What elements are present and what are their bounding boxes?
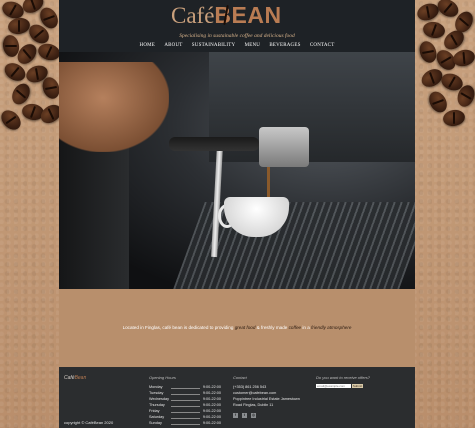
coffee-beans-decoration-right	[415, 0, 475, 135]
intro-highlight-atmosphere: friendly atmosphere	[311, 325, 352, 330]
main-nav: HOME ABOUT SUSTAINABILITY MENU BEVERAGES…	[59, 43, 415, 48]
site-container: CaféBEAN Specialising in sustainable cof…	[59, 0, 415, 428]
opening-hours-list: Monday 9:00-22:00 Tuesday 9:00-22:00 Wedne…	[149, 384, 221, 426]
newsletter-email-input[interactable]	[316, 384, 351, 388]
hero-image-espresso	[59, 52, 415, 289]
hours-divider	[171, 404, 200, 407]
hours-day: Wednesday	[149, 397, 169, 401]
hours-time: 9:00-22:00	[202, 421, 221, 425]
intro-text: Located in Finglas, café bean is dedicat…	[59, 325, 415, 330]
coffee-stream	[267, 167, 270, 197]
social-links: f t ◎	[233, 413, 256, 418]
hours-divider	[171, 386, 200, 389]
twitter-icon[interactable]: t	[242, 413, 247, 418]
barista-sleeve	[59, 132, 129, 289]
site-header: CaféBEAN Specialising in sustainable cof…	[59, 0, 415, 52]
hours-day: Sunday	[149, 421, 162, 425]
hours-time: 9:00-22:00	[202, 385, 221, 389]
facebook-icon[interactable]: f	[233, 413, 238, 418]
newsletter-heading: Do you want to receive offers?	[316, 375, 371, 380]
copyright: copyright © CaféBean 2020	[64, 420, 114, 425]
hours-time: 9:00-22:00	[202, 409, 221, 413]
footer-logo-bean: Bean	[74, 375, 87, 381]
hours-divider	[171, 416, 200, 419]
hours-row: Sunday 9:00-22:00	[149, 420, 221, 426]
footer-logo-cafe: Café	[64, 375, 75, 381]
instagram-icon[interactable]: ◎	[251, 413, 256, 418]
hours-day: Tuesday	[149, 391, 164, 395]
intro-highlight-coffee: coffee	[288, 325, 302, 330]
intro-section: Located in Finglas, café bean is dedicat…	[59, 289, 415, 367]
hours-divider	[171, 398, 200, 401]
hours-divider	[171, 392, 200, 395]
site-footer: CaféBean copyright © CaféBean 2020 Openi…	[59, 367, 415, 428]
coffee-beans-decoration-left	[0, 0, 60, 135]
hours-day: Thursday	[149, 403, 165, 407]
barista-hand	[59, 62, 169, 152]
hours-time: 9:00-22:00	[202, 415, 221, 419]
footer-logo: CaféBean	[64, 375, 86, 381]
contact-details: (+353) 861 256 543 customer@cafebean.com…	[233, 385, 300, 409]
logo-bean-text: BEAN	[214, 2, 282, 28]
hours-day: Monday	[149, 385, 163, 389]
opening-hours-heading: Opening Hours	[149, 375, 176, 380]
tagline: Specialising in sustainable coffee and d…	[179, 33, 295, 39]
intro-part3: in a	[301, 325, 312, 330]
hours-time: 9:00-22:00	[202, 403, 221, 407]
hours-divider	[171, 422, 200, 425]
nav-item-home[interactable]: HOME	[140, 43, 156, 48]
hours-day: Friday	[149, 409, 160, 413]
contact-heading: Contact	[233, 375, 247, 380]
site-logo[interactable]: CaféBEAN	[171, 2, 282, 28]
drip-tray-grid	[173, 202, 415, 289]
hours-day: Saturday	[149, 415, 165, 419]
nav-item-beverages[interactable]: BEVERAGES	[269, 43, 300, 48]
logo-cafe-text: Café	[171, 3, 215, 28]
portafilter	[169, 137, 259, 151]
hours-divider	[171, 410, 200, 413]
nav-item-about[interactable]: ABOUT	[164, 43, 182, 48]
hours-time: 9:00-22:00	[202, 391, 221, 395]
nav-item-contact[interactable]: CONTACT	[310, 43, 335, 48]
nav-item-sustainability[interactable]: SUSTAINABILITY	[192, 43, 236, 48]
intro-highlight-food: great food	[234, 325, 256, 330]
contact-address-line2: Road Finglas, Dublin 11	[233, 403, 274, 407]
hours-time: 9:00-22:00	[202, 397, 221, 401]
intro-part1: Located in Finglas, café bean is dedicat…	[122, 325, 235, 330]
group-head	[259, 127, 309, 167]
intro-part2: & freshly made	[255, 325, 289, 330]
nav-item-menu[interactable]: MENU	[245, 43, 261, 48]
newsletter-submit-button[interactable]: Submit	[352, 384, 363, 388]
